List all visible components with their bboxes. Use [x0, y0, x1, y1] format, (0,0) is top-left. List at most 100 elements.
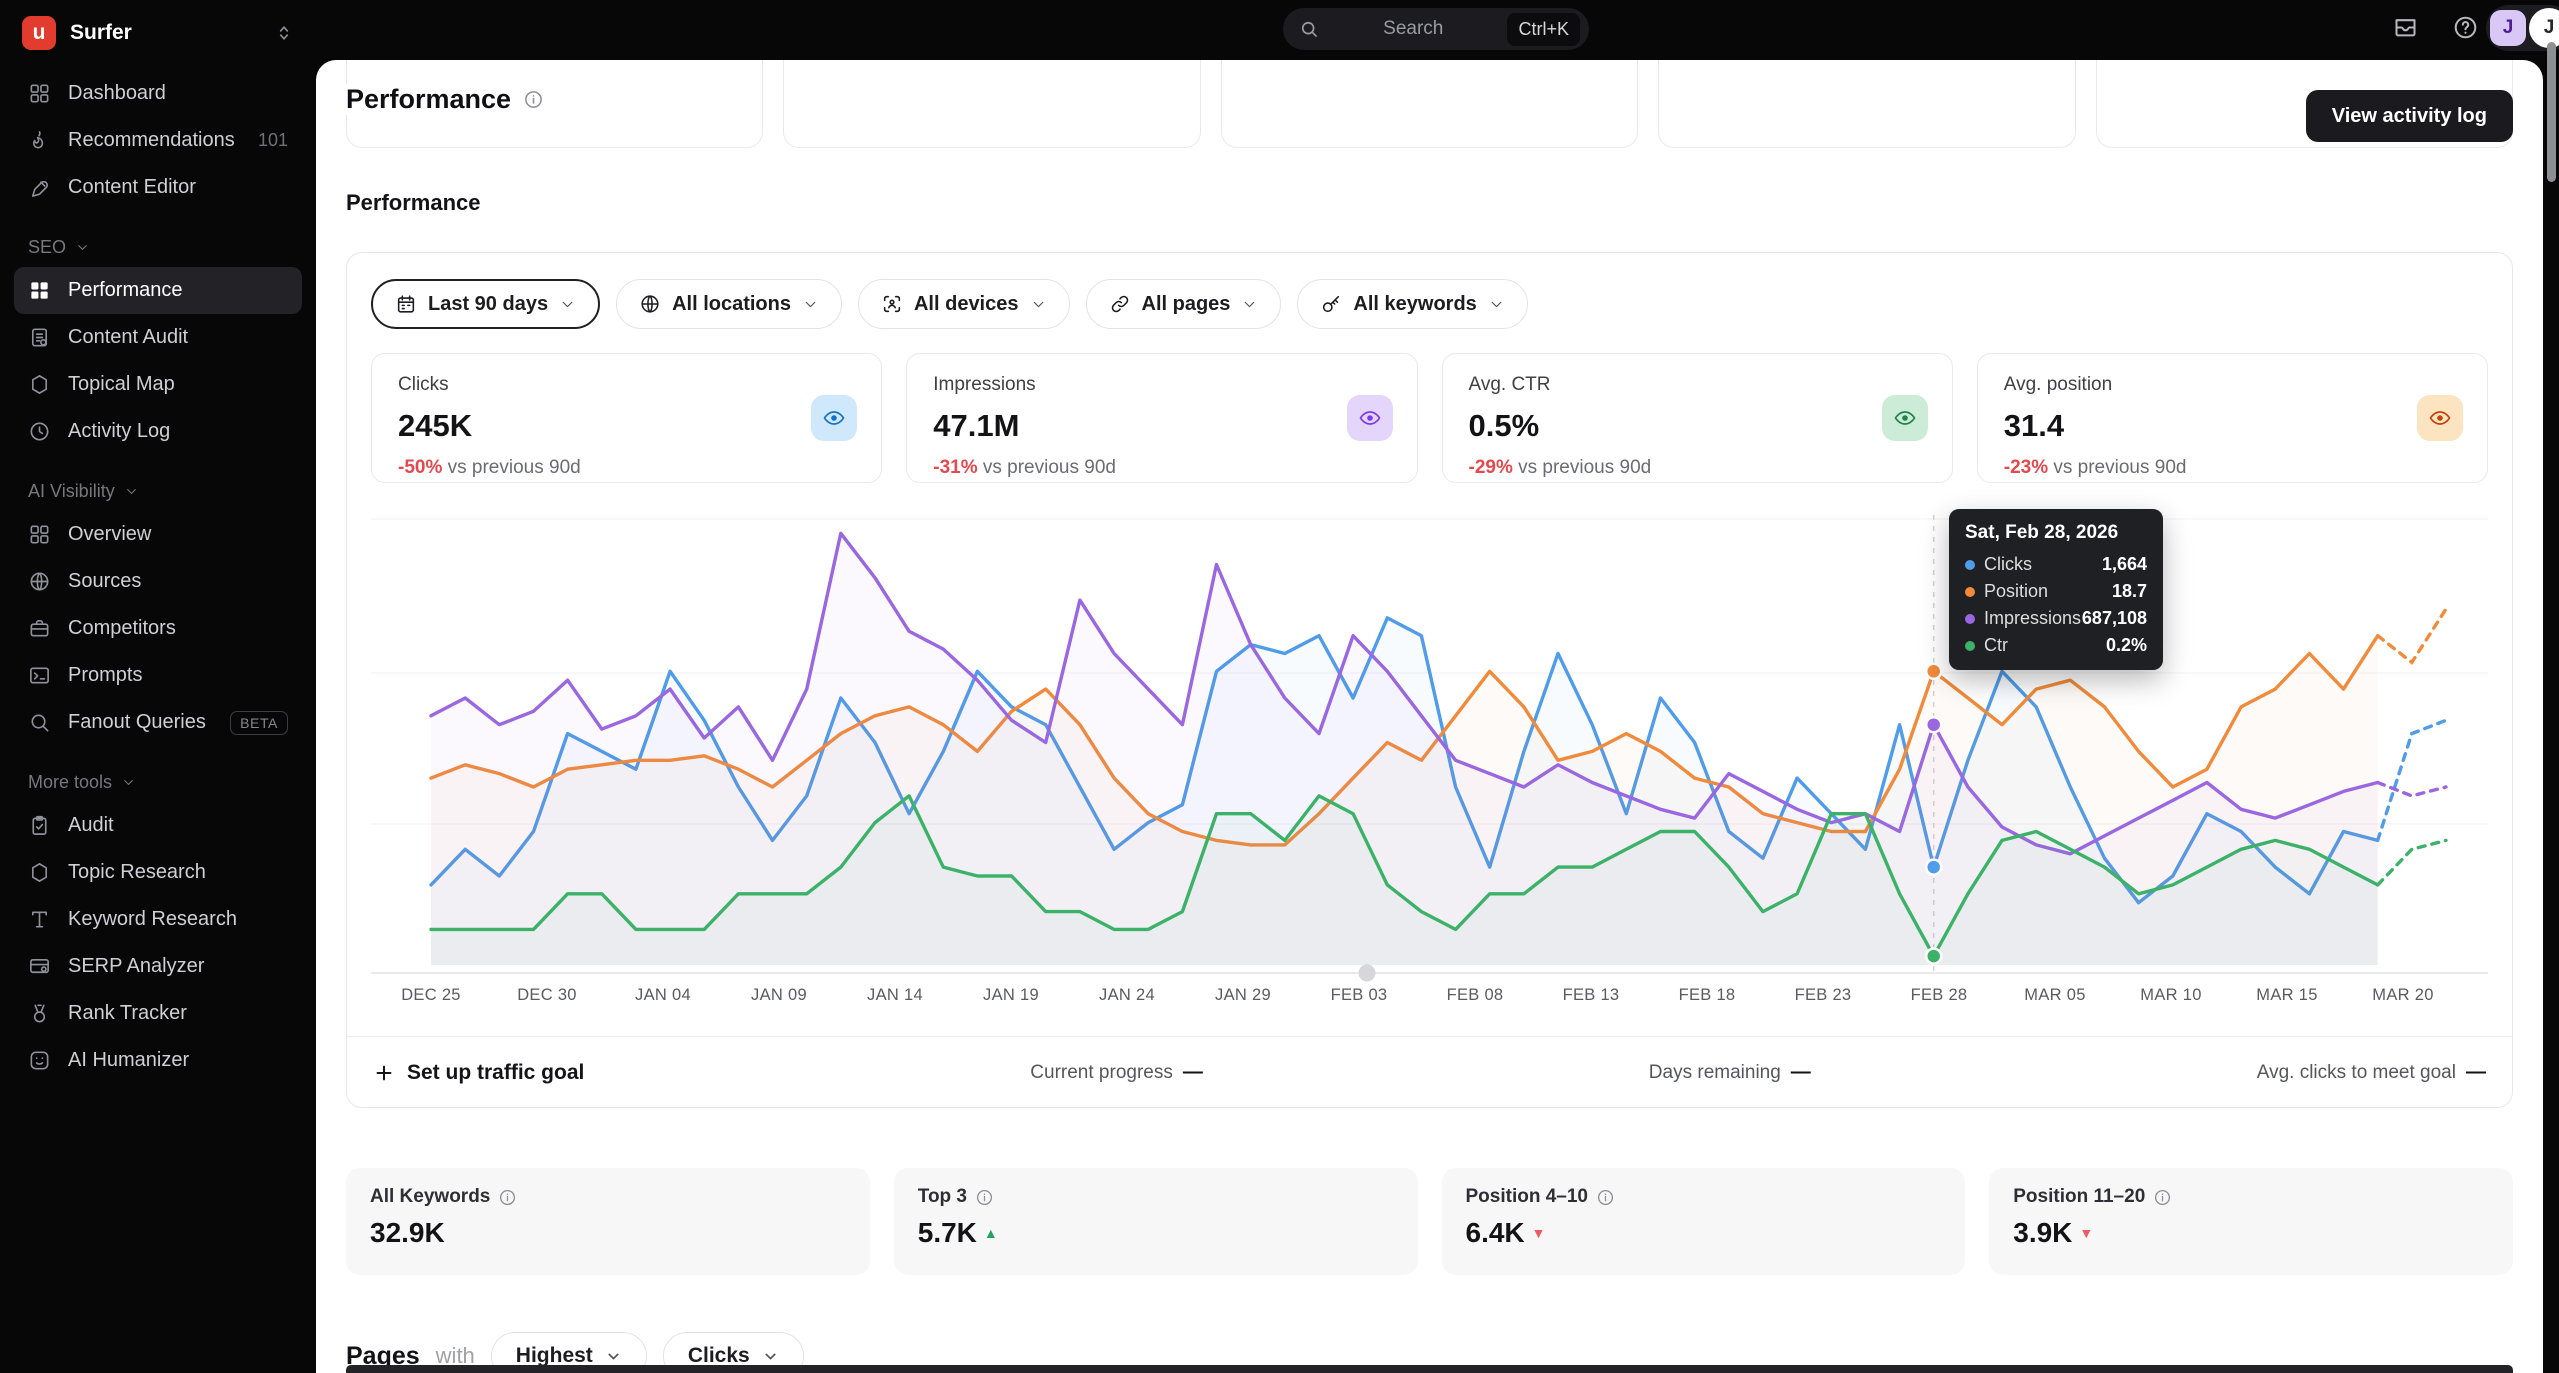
- sidebar-item-ai-humanizer[interactable]: AI Humanizer: [14, 1037, 302, 1084]
- keyword-card-label-text: Top 3: [917, 1186, 968, 1207]
- chevrons-up-down-icon[interactable]: [274, 23, 294, 43]
- terminal-icon: [28, 664, 51, 687]
- metric-delta: -29% vs previous 90d: [1468, 457, 1652, 478]
- peek-card: [783, 60, 1201, 148]
- tooltip-row-position: Position 18.7: [1965, 578, 2147, 605]
- help-icon[interactable]: [2452, 14, 2479, 41]
- beta-badge: BETA: [230, 710, 288, 735]
- sidebar-item-competitors[interactable]: Competitors: [14, 605, 302, 652]
- trend-up-icon: ▲: [983, 1225, 998, 1241]
- sidebar-item-topic-research[interactable]: Topic Research: [14, 849, 302, 896]
- metric-delta-pct: -23%: [2003, 457, 2049, 478]
- sidebar-item-rank-tracker[interactable]: Rank Tracker: [14, 990, 302, 1037]
- sidebar-item-badge: 101: [257, 130, 288, 150]
- sidebar-section-more-tools[interactable]: More tools: [14, 762, 302, 802]
- metric-delta-pct: -29%: [1468, 457, 1513, 478]
- trend-down-icon: ▼: [1531, 1225, 1546, 1241]
- keyword-card-value-text: 32.9K: [370, 1217, 445, 1248]
- info-icon[interactable]: [2153, 1188, 2172, 1207]
- keyword-card-position-4-10[interactable]: Position 4–10 6.4K ▼: [1441, 1168, 1966, 1275]
- sidebar-item-performance[interactable]: Performance: [14, 267, 302, 314]
- filter-last-90-days[interactable]: Last 90 days: [371, 279, 601, 329]
- tooltip-series-label: Impressions: [1984, 608, 2082, 628]
- scrolled-cards-peek: [346, 60, 2514, 148]
- search-placeholder: Search: [1383, 18, 1444, 39]
- chevron-down-icon: [1241, 296, 1258, 313]
- sidebar-item-keyword-research[interactable]: Keyword Research: [14, 896, 302, 943]
- sidebar-item-serp-analyzer[interactable]: SERP Analyzer: [14, 943, 302, 990]
- sidebar-item-overview[interactable]: Overview: [14, 511, 302, 558]
- search-shortcut-kbd: Ctrl+K: [1507, 12, 1580, 46]
- peek-card: [1658, 60, 2076, 148]
- sidebar-section-ai-visibility[interactable]: AI Visibility: [14, 471, 302, 511]
- keyword-card-position-11-20[interactable]: Position 11–20 3.9K ▼: [1989, 1168, 2513, 1275]
- metric-label: Impressions: [933, 374, 1036, 395]
- metric-card-avg-position[interactable]: Avg. position 31.4 -23% vs previous 90d: [1976, 353, 2488, 483]
- chart-canvas[interactable]: DEC 25 DEC 30 JAN 04 JAN 09 JAN 14 JAN 19 JAN …: [371, 503, 2488, 1008]
- visibility-toggle[interactable]: [1881, 395, 1928, 441]
- view-activity-log-button[interactable]: View activity log: [2305, 90, 2513, 142]
- x-tick-label: MAR 05: [2024, 986, 2085, 1004]
- x-tick-label: JAN 29: [1215, 986, 1271, 1004]
- search-input[interactable]: Search Ctrl+K: [1283, 8, 1589, 50]
- keyword-card-value: 5.7K ▲: [918, 1217, 1394, 1249]
- sidebar-item-topical-map[interactable]: Topical Map: [14, 361, 302, 408]
- user-avatar[interactable]: J: [2529, 8, 2559, 48]
- visibility-toggle[interactable]: [1346, 395, 1393, 441]
- x-tick-label: FEB 03: [1331, 986, 1388, 1004]
- keyword-card-label-text: Position 4–10: [1465, 1186, 1589, 1207]
- highlight-dot-clicks: [1924, 858, 1943, 876]
- eye-icon: [822, 406, 846, 430]
- metric-card-impressions[interactable]: Impressions 47.1M -31% vs previous 90d: [906, 353, 1418, 483]
- info-icon[interactable]: [498, 1188, 517, 1207]
- brand-row[interactable]: u Surfer: [14, 10, 302, 56]
- sidebar-item-content-editor[interactable]: Content Editor: [14, 164, 302, 211]
- sidebar-item-audit[interactable]: Audit: [14, 802, 302, 849]
- inbox-tray-icon[interactable]: [2392, 14, 2419, 41]
- x-tick-label: DEC 25: [401, 986, 461, 1004]
- info-icon[interactable]: [975, 1188, 994, 1207]
- tooltip-row-clicks: Clicks 1,664: [1965, 551, 2147, 578]
- sidebar-item-content-audit[interactable]: Content Audit: [14, 314, 302, 361]
- sidebar-section-seo[interactable]: SEO: [14, 227, 302, 267]
- scrollbar-thumb[interactable]: [2547, 42, 2556, 182]
- visibility-toggle[interactable]: [2417, 395, 2463, 441]
- goal-days-remaining: Days remaining —: [1648, 1061, 1811, 1083]
- keyword-card-value-text: 3.9K: [2013, 1217, 2073, 1248]
- type-icon: [28, 908, 51, 931]
- filter-all-devices[interactable]: All devices: [857, 279, 1070, 329]
- brand-name: Surfer: [70, 21, 132, 44]
- tooltip-date: Sat, Feb 28, 2026: [1965, 522, 2119, 543]
- sidebar-item-recommendations[interactable]: Recommendations 101: [14, 117, 302, 164]
- sidebar-item-prompts[interactable]: Prompts: [14, 652, 302, 699]
- filter-label: All locations: [672, 292, 791, 315]
- chevron-down-icon: [605, 1348, 622, 1365]
- filter-all-pages[interactable]: All pages: [1085, 279, 1282, 329]
- workspace-avatar[interactable]: J: [2490, 10, 2526, 46]
- sidebar-item-label: Topical Map: [68, 373, 175, 395]
- visibility-toggle[interactable]: [811, 395, 858, 441]
- metric-card-clicks[interactable]: Clicks 245K -50% vs previous 90d: [371, 353, 883, 483]
- sidebar-item-activity-log[interactable]: Activity Log: [14, 408, 302, 455]
- sidebar-item-label: Fanout Queries: [68, 711, 206, 733]
- info-icon[interactable]: [1596, 1188, 1615, 1207]
- grid-icon: [28, 82, 51, 105]
- keyword-card-top-3[interactable]: Top 3 5.7K ▲: [893, 1168, 1418, 1275]
- metric-value: 31.4: [2003, 408, 2065, 443]
- goal-current-progress: Current progress —: [1030, 1061, 1203, 1083]
- set-up-traffic-goal-button[interactable]: Set up traffic goal: [373, 1061, 584, 1085]
- eye-icon: [2428, 406, 2452, 430]
- traffic-goal-row: Set up traffic goal Current progress — Da…: [347, 1036, 2512, 1108]
- metric-card-avg-ctr[interactable]: Avg. CTR 0.5% -29% vs previous 90d: [1441, 353, 1953, 483]
- filter-all-locations[interactable]: All locations: [616, 279, 842, 329]
- performance-chart[interactable]: DEC 25 DEC 30 JAN 04 JAN 09 JAN 14 JAN 19 JAN …: [371, 503, 2488, 1008]
- devices-icon: [881, 293, 903, 315]
- info-icon[interactable]: [523, 89, 544, 110]
- axis-scrub-handle[interactable]: [1358, 964, 1376, 982]
- chevron-down-icon: [1030, 296, 1047, 313]
- filter-all-keywords[interactable]: All keywords: [1297, 279, 1528, 329]
- sidebar-item-sources[interactable]: Sources: [14, 558, 302, 605]
- sidebar-item-dashboard[interactable]: Dashboard: [14, 70, 302, 117]
- sidebar-item-fanout-queries[interactable]: Fanout Queries BETA: [14, 699, 302, 746]
- keyword-card-all-keywords[interactable]: All Keywords 32.9K: [346, 1168, 870, 1275]
